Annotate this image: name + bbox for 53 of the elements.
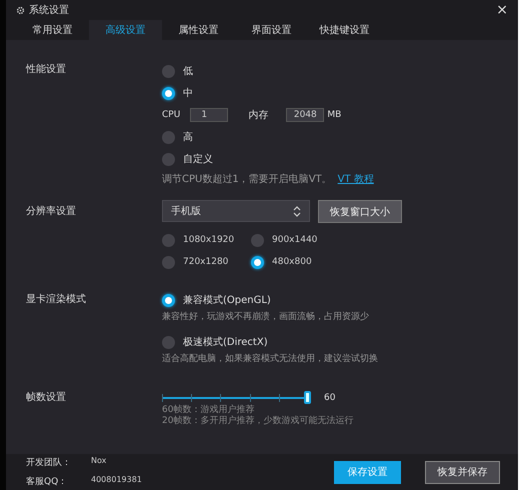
option-label: 1080x1920 xyxy=(183,235,234,245)
tab[interactable]: 界面设置 xyxy=(235,20,308,40)
tab[interactable]: 属性设置 xyxy=(162,20,235,40)
section-label: 帧数设置 xyxy=(25,391,67,405)
radio-button[interactable] xyxy=(251,256,264,268)
dropdown[interactable]: 手机版 xyxy=(162,200,310,222)
restore-size-button[interactable]: 恢复窗口大小 xyxy=(318,200,402,223)
radio-button[interactable] xyxy=(162,152,175,166)
restore-save-button[interactable]: 恢复并保存 xyxy=(425,460,500,484)
radio-button[interactable] xyxy=(162,294,175,306)
slider-value: 60 xyxy=(324,393,336,403)
info-label: 客服QQ： xyxy=(26,476,68,488)
option-label: 720x1280 xyxy=(183,257,228,267)
info-value: 4008019381 xyxy=(91,475,142,486)
option-label: 低 xyxy=(183,65,193,78)
gear-icon xyxy=(16,6,25,14)
slider-thumb[interactable] xyxy=(304,391,311,404)
option-label: 480x800 xyxy=(272,257,312,267)
option-label: 900x1440 xyxy=(272,235,318,245)
radio-button[interactable] xyxy=(162,256,175,268)
option-label: 中 xyxy=(183,86,193,100)
option-label: 高 xyxy=(183,130,193,144)
option-label: 自定义 xyxy=(183,152,213,166)
field-label: 内存 xyxy=(248,108,268,122)
input-field[interactable]: 2048 xyxy=(286,108,324,122)
section-label: 性能设置 xyxy=(24,63,67,77)
hint-text: 调节CPU数超过1，需要开启电脑VT。 xyxy=(162,172,332,186)
info-label: 开发团队： xyxy=(26,456,72,469)
radio-button[interactable] xyxy=(162,336,175,348)
tutorial-link[interactable]: VT 教程 xyxy=(338,172,374,186)
radio-button[interactable] xyxy=(251,234,264,246)
field-label: CPU xyxy=(162,110,180,120)
close-button[interactable]: × xyxy=(494,3,510,17)
tab[interactable]: 快捷键设置 xyxy=(308,20,381,40)
option-label: 极速模式(DirectX) xyxy=(183,336,268,349)
info-value: Nox xyxy=(91,456,106,467)
option-description: 适合高配电脑，如果兼容模式无法使用，建议尝试切换 xyxy=(162,352,379,365)
updown-icon xyxy=(293,206,301,216)
input-field[interactable]: 1 xyxy=(190,108,228,122)
tab[interactable]: 常用设置 xyxy=(16,20,89,40)
section-label: 显卡渲染模式 xyxy=(25,293,87,307)
unit-label: MB xyxy=(327,110,342,120)
radio-button[interactable] xyxy=(162,130,175,144)
radio-button[interactable] xyxy=(162,86,175,100)
window-title: 系统设置 xyxy=(29,4,69,17)
option-label: 兼容模式(OpenGL) xyxy=(183,294,271,307)
radio-button[interactable] xyxy=(162,234,175,246)
note-text: 60帧数：游戏用户推荐 xyxy=(162,405,256,416)
option-description: 兼容性好，玩游戏不再崩溃，画面流畅，占用资源少 xyxy=(162,310,370,323)
section-label: 分辨率设置 xyxy=(25,205,77,219)
note-text: 20帧数：多开用户推荐，少数游戏可能无法运行 xyxy=(162,416,354,427)
radio-button[interactable] xyxy=(162,64,175,78)
tab[interactable]: 高级设置 xyxy=(89,20,162,40)
